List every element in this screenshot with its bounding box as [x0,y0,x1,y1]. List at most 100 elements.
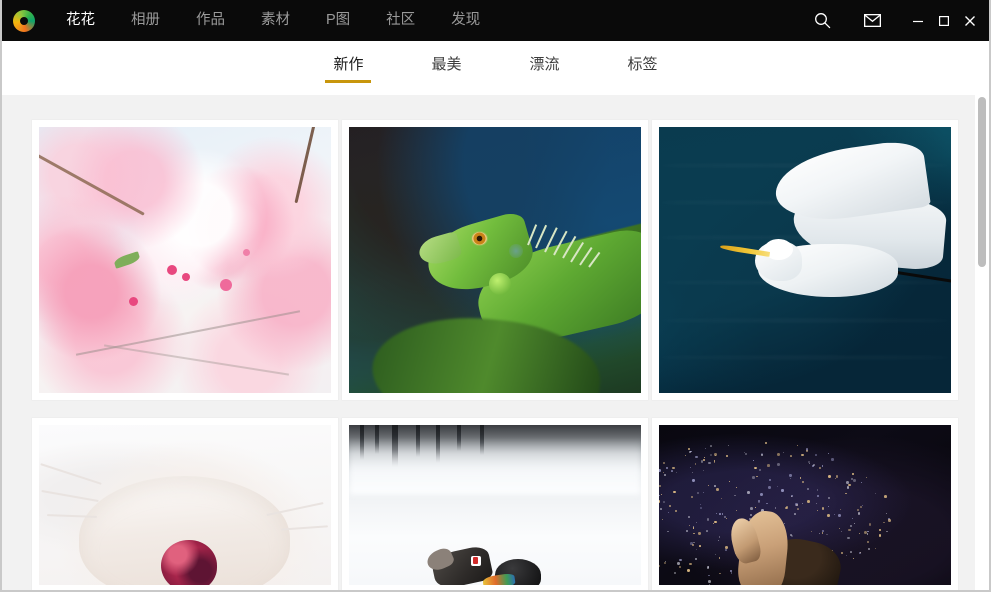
water-droplet [708,485,710,487]
spike-detail [535,224,548,249]
maximize-button[interactable] [931,0,957,41]
flower-ring-logo-icon [13,9,35,32]
water-droplet [860,482,862,484]
water-droplet [768,479,771,482]
photo-card[interactable] [651,120,958,400]
branch-detail [103,344,289,376]
nav-item-huahua[interactable]: 花花 [48,0,113,41]
bud-detail [181,273,190,282]
app-logo[interactable] [2,0,48,41]
photo-green-iguana[interactable] [348,127,641,393]
water-droplet [760,454,764,457]
water-droplet [801,480,804,483]
water-droplet [815,454,818,457]
water-droplet [827,513,830,517]
water-droplet [752,476,756,480]
water-droplet [883,522,885,524]
water-droplet [693,541,695,544]
water-droplet [730,572,733,575]
water-droplet [874,547,876,549]
water-droplet [791,495,794,498]
water-droplet [806,487,809,490]
nav-item-label: 作品 [196,12,225,28]
water-droplet [714,553,717,556]
photo-card[interactable] [31,120,338,400]
water-droplet [852,472,855,475]
tab-most-beautiful[interactable]: 最美 [397,53,495,83]
photo-card[interactable] [31,418,338,590]
tab-label: 漂流 [529,56,560,73]
nav-item-album[interactable]: 相册 [113,0,178,41]
water-droplet [859,551,861,554]
mail-icon[interactable] [855,0,889,41]
photo-berry-milk-splash[interactable] [38,425,331,585]
grid-cell [650,120,960,418]
tab-label: 标签 [627,56,658,73]
water-droplet [850,524,853,527]
tab-list: 新作 最美 漂流 标签 [299,53,691,83]
search-icon[interactable] [805,0,839,41]
water-droplet [673,490,676,494]
photo-card[interactable] [651,418,958,590]
water-droplet [754,466,757,470]
water-droplet [749,513,752,517]
scrollbar-thumb[interactable] [978,97,986,267]
photo-card[interactable] [341,418,648,590]
water-droplet [725,517,728,520]
water-droplet [661,519,663,521]
nav-item-works[interactable]: 作品 [178,0,243,41]
water-droplet [705,448,707,450]
nav-item-materials[interactable]: 素材 [243,0,308,41]
tab-label: 新作 [333,56,364,73]
tab-tags[interactable]: 标签 [594,53,692,83]
water-droplet [782,452,784,453]
grid-cell [340,120,650,418]
water-droplet [846,555,848,557]
water-droplet [743,451,745,453]
water-droplet [776,486,778,488]
water-droplet [838,527,841,530]
water-droplet [867,530,869,532]
app-window: 花花 相册 作品 素材 P图 社区 发现 新作 最美 漂流 标签 [0,0,991,592]
water-droplet [749,506,753,510]
water-droplet [692,543,695,546]
photo-snowboarder-powder[interactable] [348,425,641,585]
water-droplet [667,530,669,532]
water-droplet [799,477,802,479]
minimize-button[interactable] [905,0,931,41]
photo-card[interactable] [341,120,648,400]
photo-water-spray-dark[interactable] [658,425,951,585]
water-droplet [797,445,799,447]
nav-item-label: P图 [326,12,351,28]
bud-detail [219,278,232,291]
water-droplet [795,503,798,506]
photo-cherry-blossom[interactable] [38,127,331,393]
tab-drift[interactable]: 漂流 [496,53,594,83]
tab-new-works[interactable]: 新作 [299,53,397,83]
water-droplet [706,566,709,569]
water-droplet [714,462,715,464]
water-droplet [766,502,768,505]
nav-item-ptu[interactable]: P图 [308,0,368,41]
water-droplet [866,477,867,479]
nav-item-community[interactable]: 社区 [368,0,433,41]
water-droplet [718,513,721,515]
nav-item-discover[interactable]: 发现 [433,0,498,41]
title-bar: 花花 相册 作品 素材 P图 社区 发现 [2,0,989,41]
water-droplet [801,503,803,505]
water-droplet [801,453,804,456]
gallery-scroll-area[interactable] [2,95,989,590]
water-droplet [756,475,758,477]
close-button[interactable] [957,0,983,41]
grid-cell [650,418,960,590]
photo-flying-egret[interactable] [658,127,951,393]
vertical-scrollbar[interactable] [975,95,989,590]
water-droplet [840,531,842,533]
nav-item-label: 素材 [261,12,290,28]
water-droplet [885,513,888,515]
water-droplet [702,459,705,462]
water-droplet [693,532,695,535]
water-droplet [838,513,842,517]
water-droplet [695,549,697,551]
water-droplet [661,493,663,495]
